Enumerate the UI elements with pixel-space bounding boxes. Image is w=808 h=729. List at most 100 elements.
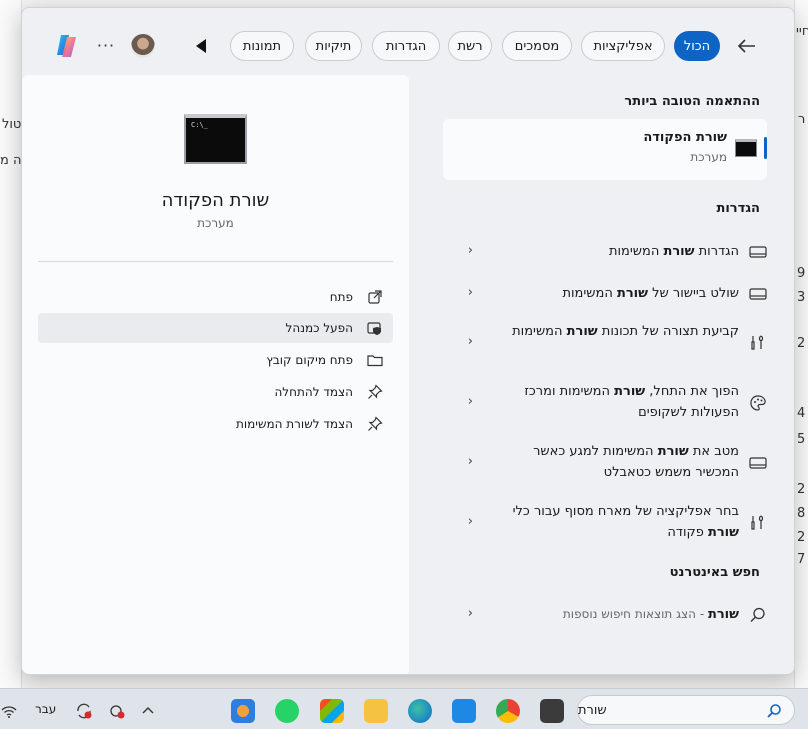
action-run-as-admin[interactable]: הפעל כמנהל xyxy=(38,313,393,343)
text-part: המשימות xyxy=(562,286,617,301)
taskbar-icon xyxy=(749,243,767,261)
shield-admin-icon xyxy=(367,320,383,336)
task-view-icon[interactable] xyxy=(540,699,564,723)
action-label: פתח xyxy=(329,290,353,304)
best-match-card[interactable]: שורת הפקודה מערכת xyxy=(443,119,767,180)
text-part: בחר אפליקציה של מארח מסוף עבור כלי xyxy=(512,504,739,519)
preview-app-title: שורת הפקודה xyxy=(161,190,270,211)
taskbar-app-chrome-profile[interactable] xyxy=(231,699,255,723)
query-highlight: שורת xyxy=(663,244,695,259)
chevron-left-icon: ‹ xyxy=(467,606,473,621)
background-text: חיי xyxy=(796,24,808,39)
taskbar-search-box[interactable]: שורת xyxy=(577,695,795,725)
text-part: המשימות xyxy=(512,324,567,339)
preview-pane: C:\_ שורת הפקודה מערכת פתח הפעל כמנהל פת… xyxy=(22,75,409,674)
more-options-button[interactable]: ··· xyxy=(94,33,118,57)
query-highlight: שורת xyxy=(657,444,689,459)
chevron-left-icon: ‹ xyxy=(467,514,473,529)
action-open[interactable]: פתח xyxy=(38,282,393,312)
query-highlight: שורת xyxy=(566,324,598,339)
background-text: 8 xyxy=(797,506,806,521)
background-text: 3 xyxy=(797,290,806,305)
settings-result-text: מטב את שורת המשימות למגע כאשר המכשיר משמ… xyxy=(489,441,739,483)
text-part: המשימות xyxy=(608,244,664,259)
search-icon xyxy=(766,703,782,719)
taskbar-search-value: שורת xyxy=(578,702,607,718)
tools-icon xyxy=(749,334,767,352)
command-prompt-icon xyxy=(735,139,757,157)
action-pin-to-start[interactable]: הצמד להתחלה xyxy=(38,377,393,407)
action-pin-to-taskbar[interactable]: הצמד לשורת המשימות xyxy=(38,409,393,439)
background-text: 9 xyxy=(797,266,806,281)
query-highlight: שורת xyxy=(614,384,646,399)
tab-images[interactable]: תמונות xyxy=(230,31,294,61)
tab-documents[interactable]: מסמכים xyxy=(502,31,572,61)
action-label: פתח מיקום קובץ xyxy=(266,353,353,367)
search-icon xyxy=(749,606,767,624)
settings-result-text: בחר אפליקציה של מארח מסוף עבור כלי שורת … xyxy=(489,501,739,543)
settings-result-text: הגדרות שורת המשימות xyxy=(489,241,739,262)
chevron-left-icon: ‹ xyxy=(467,285,473,300)
best-match-subtitle: מערכת xyxy=(690,150,727,164)
wifi-icon[interactable] xyxy=(0,702,18,720)
action-open-file-location[interactable]: פתח מיקום קובץ xyxy=(38,345,393,375)
text-part: שולט ביישור של xyxy=(648,286,739,301)
sync-icon[interactable] xyxy=(75,702,93,720)
background-text: 2 xyxy=(797,530,806,545)
user-avatar[interactable] xyxy=(131,34,155,58)
background-window-left-edge xyxy=(0,0,22,688)
search-panel: ··· תמונות תיקיות הגדרות רשת מסמכים אפלי… xyxy=(21,7,795,675)
pin-icon xyxy=(367,384,383,400)
query-highlight: שורת xyxy=(707,607,739,622)
web-search-heading: חפש באינטרנט xyxy=(669,565,760,580)
chevron-left-icon: ‹ xyxy=(467,454,473,469)
edge-icon[interactable] xyxy=(408,699,432,723)
settings-result[interactable]: קביעת תצורה של תכונות שורת המשימות ‹ xyxy=(443,321,767,365)
filter-bar: ··· תמונות תיקיות הגדרות רשת מסמכים אפלי… xyxy=(22,8,794,78)
settings-result[interactable]: מטב את שורת המשימות למגע כאשר המכשיר משמ… xyxy=(443,441,767,485)
settings-result[interactable]: בחר אפליקציה של מארח מסוף עבור כלי שורת … xyxy=(443,501,767,545)
back-arrow-icon[interactable] xyxy=(734,35,758,57)
selection-accent xyxy=(764,137,767,159)
palette-icon xyxy=(749,394,767,412)
command-prompt-icon: C:\_ xyxy=(184,114,247,164)
tab-settings[interactable]: הגדרות xyxy=(372,31,440,61)
action-label: הצמד לשורת המשימות xyxy=(235,417,353,431)
preview-app-subtitle: מערכת xyxy=(197,216,234,230)
play-icon[interactable] xyxy=(196,39,206,53)
chevron-left-icon: ‹ xyxy=(467,394,473,409)
web-search-result[interactable]: שורת - הצג תוצאות חיפוש נוספות ‹ xyxy=(443,604,767,626)
background-text: 2 xyxy=(797,336,806,351)
tools-icon xyxy=(749,514,767,532)
chrome-icon[interactable] xyxy=(496,699,520,723)
background-text: ה מ xyxy=(0,153,22,168)
copilot-icon[interactable] xyxy=(52,31,82,61)
taskbar: עבר שורת xyxy=(0,688,808,729)
pin-icon xyxy=(367,416,383,432)
settings-result-text: שולט ביישור של שורת המשימות xyxy=(489,283,739,304)
chevron-up-icon[interactable] xyxy=(139,702,157,720)
settings-result-text: קביעת תצורה של תכונות שורת המשימות xyxy=(489,321,739,342)
network-error-icon[interactable] xyxy=(108,702,126,720)
tab-web[interactable]: רשת xyxy=(448,31,492,61)
tab-folders[interactable]: תיקיות xyxy=(305,31,362,61)
settings-heading: הגדרות xyxy=(716,201,760,216)
best-match-heading: ההתאמה הטובה ביותר xyxy=(624,94,760,109)
whatsapp-icon[interactable] xyxy=(275,699,299,723)
settings-result[interactable]: הפוך את התחל, שורת המשימות ומרכז הפעולות… xyxy=(443,381,767,425)
remote-app-icon[interactable] xyxy=(452,699,476,723)
text-part: קביעת תצורה של תכונות xyxy=(597,324,739,339)
settings-result[interactable]: הגדרות שורת המשימות ‹ xyxy=(443,241,767,263)
tab-all[interactable]: הכול xyxy=(674,31,720,61)
open-external-icon xyxy=(367,289,383,305)
settings-result[interactable]: שולט ביישור של שורת המשימות ‹ xyxy=(443,283,767,305)
text-part: מטב את xyxy=(688,444,739,459)
chevron-left-icon: ‹ xyxy=(467,334,473,349)
action-label: הצמד להתחלה xyxy=(274,385,353,399)
store-icon[interactable] xyxy=(320,699,344,723)
file-explorer-icon[interactable] xyxy=(364,699,388,723)
language-indicator[interactable]: עבר xyxy=(35,702,56,716)
tab-apps[interactable]: אפליקציות xyxy=(581,31,665,61)
background-text: 4 xyxy=(797,406,806,421)
background-text: ר xyxy=(798,112,806,127)
